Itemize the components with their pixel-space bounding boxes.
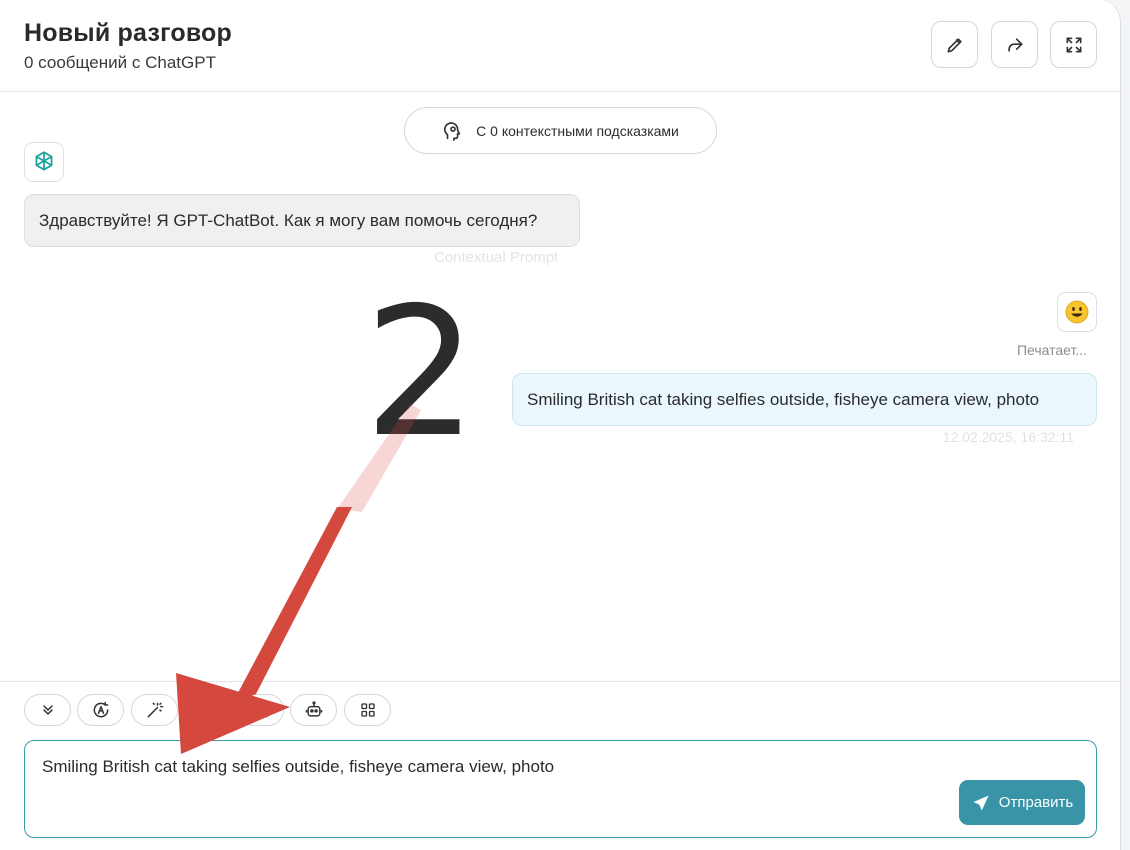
openai-logo-icon [35, 151, 53, 171]
user-avatar [1057, 292, 1097, 332]
user-message-text: Smiling British cat taking selfies outsi… [527, 389, 1040, 409]
contextual-prompt-faded-label: Contextual Prompt [434, 249, 559, 266]
magic-wand-icon [147, 702, 163, 718]
double-chevron-down-icon [42, 705, 53, 715]
message-count-subtitle: 0 сообщений с ChatGPT [24, 53, 216, 72]
collapse-tool-button[interactable] [24, 694, 71, 726]
chat-panel: Новый разговор 0 сообщений с ChatGPT С 0… [0, 0, 1121, 850]
grid-icon [360, 703, 375, 717]
magic-wand-tool-button[interactable] [131, 694, 178, 726]
contextual-prompts-label: С 0 контекстными подсказками [476, 122, 679, 139]
globe-icon [200, 702, 215, 718]
user-message: Smiling British cat taking selfies outsi… [512, 373, 1097, 426]
brain-head-icon [444, 121, 461, 141]
send-button[interactable]: Отправить [959, 780, 1085, 825]
page-title: Новый разговор [24, 19, 233, 47]
fullscreen-button[interactable] [1050, 21, 1097, 68]
fullscreen-icon [1066, 37, 1081, 53]
image-icon [253, 702, 268, 718]
message-input[interactable]: Smiling British cat taking selfies outsi… [24, 740, 1097, 838]
step-number-annotation: 2 [364, 269, 478, 476]
auto-mode-tool-button[interactable] [77, 694, 124, 726]
bot-message-text: Здравствуйте! Я GPT-ChatBot. Как я могу … [39, 210, 538, 230]
typing-status: Печатает... [1016, 342, 1087, 358]
bot-avatar [24, 142, 64, 182]
send-button-label: Отправить [998, 794, 1074, 811]
message-input-text[interactable]: Smiling British cat taking selfies outsi… [42, 757, 554, 777]
assistant-tool-button[interactable] [290, 694, 337, 726]
share-icon [1007, 37, 1022, 52]
auto-letter-icon [93, 701, 108, 718]
apps-tool-button[interactable] [344, 694, 391, 726]
bot-message: Здравствуйте! Я GPT-ChatBot. Как я могу … [24, 194, 580, 247]
web-search-tool-button[interactable] [184, 694, 231, 726]
contextual-prompts-button[interactable]: С 0 контекстными подсказками [404, 107, 717, 154]
send-icon [973, 795, 989, 810]
share-button[interactable] [991, 21, 1038, 68]
message-timestamp: 12.02.2025, 16:32:11 [942, 429, 1074, 445]
robot-icon [305, 701, 322, 717]
pencil-icon [947, 37, 962, 53]
image-tool-button[interactable] [237, 694, 284, 726]
chat-header: Новый разговор 0 сообщений с ChatGPT [0, 0, 1121, 92]
smiley-emoji-icon [1065, 300, 1089, 324]
edit-button[interactable] [931, 21, 978, 68]
composer: Smiling British cat taking selfies outsi… [0, 681, 1121, 850]
